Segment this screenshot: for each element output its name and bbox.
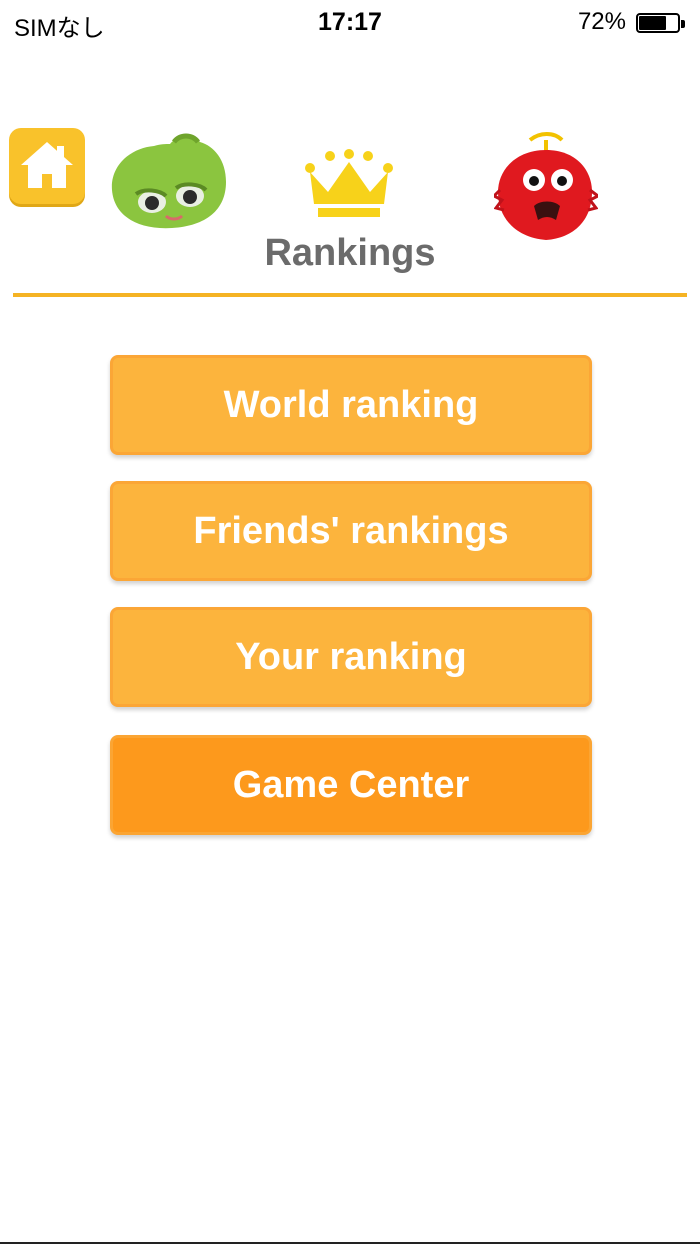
friends-rankings-button[interactable]: Friends' rankings <box>110 481 592 581</box>
crown-icon <box>305 149 393 217</box>
your-ranking-button[interactable]: Your ranking <box>110 607 592 707</box>
world-ranking-button[interactable]: World ranking <box>110 355 592 455</box>
game-center-button[interactable]: Game Center <box>110 735 592 835</box>
status-bar: SIMなし 17:17 72% <box>0 0 700 48</box>
green-mascot-icon <box>111 133 226 229</box>
red-mascot-icon <box>494 132 598 240</box>
title-divider <box>13 293 687 297</box>
battery-icon <box>636 13 686 35</box>
home-button[interactable] <box>9 128 85 204</box>
home-icon <box>21 142 73 188</box>
battery-percent: 72% <box>577 8 626 35</box>
page-title: Rankings <box>264 232 436 274</box>
